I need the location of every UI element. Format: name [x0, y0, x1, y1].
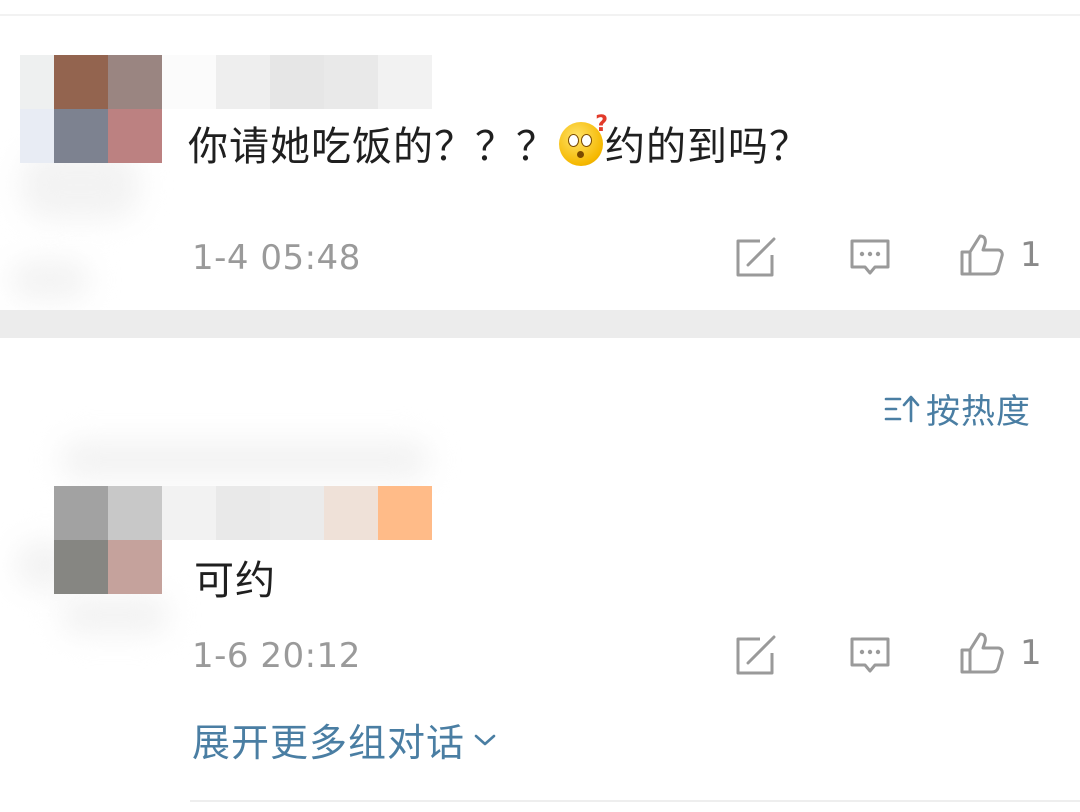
top-separator: [0, 14, 1080, 16]
blurred-region: [60, 595, 170, 635]
comment-text: 可约: [194, 558, 276, 604]
expand-label: 展开更多组对话: [192, 721, 466, 765]
sort-by-hot-button[interactable]: 按热度: [884, 384, 1031, 433]
edit-icon: [736, 635, 776, 675]
chevron-down-icon: [474, 734, 496, 745]
comment-timestamp: 1-6 20:12: [192, 636, 361, 676]
sort-label: 按热度: [926, 392, 1031, 432]
like-count: 1: [1020, 235, 1042, 275]
thumbs-up-icon: [960, 632, 1004, 674]
bottom-separator: [190, 800, 1080, 802]
reply-button[interactable]: [848, 635, 892, 677]
reply-button[interactable]: [848, 237, 892, 279]
comment-text: 你请她吃饭的？？？? 约的到吗？: [188, 112, 810, 170]
sort-icon: [884, 395, 920, 422]
like-button[interactable]: 1: [958, 232, 1042, 278]
thinking-face-icon: ?: [559, 112, 608, 166]
comment-timestamp: 1-4 05:48: [192, 238, 361, 278]
like-button[interactable]: 1: [958, 630, 1042, 676]
repost-button[interactable]: [734, 635, 778, 677]
like-count: 1: [1020, 633, 1042, 673]
thumbs-up-icon: [960, 234, 1004, 276]
comment-icon: [850, 239, 890, 275]
blurred-region: [10, 260, 90, 300]
edit-icon: [736, 237, 776, 277]
repost-button[interactable]: [734, 237, 778, 279]
comment-icon: [850, 637, 890, 673]
section-divider: [0, 310, 1080, 338]
blurred-region: [60, 440, 430, 480]
expand-more-conversations-link[interactable]: 展开更多组对话: [192, 712, 497, 767]
